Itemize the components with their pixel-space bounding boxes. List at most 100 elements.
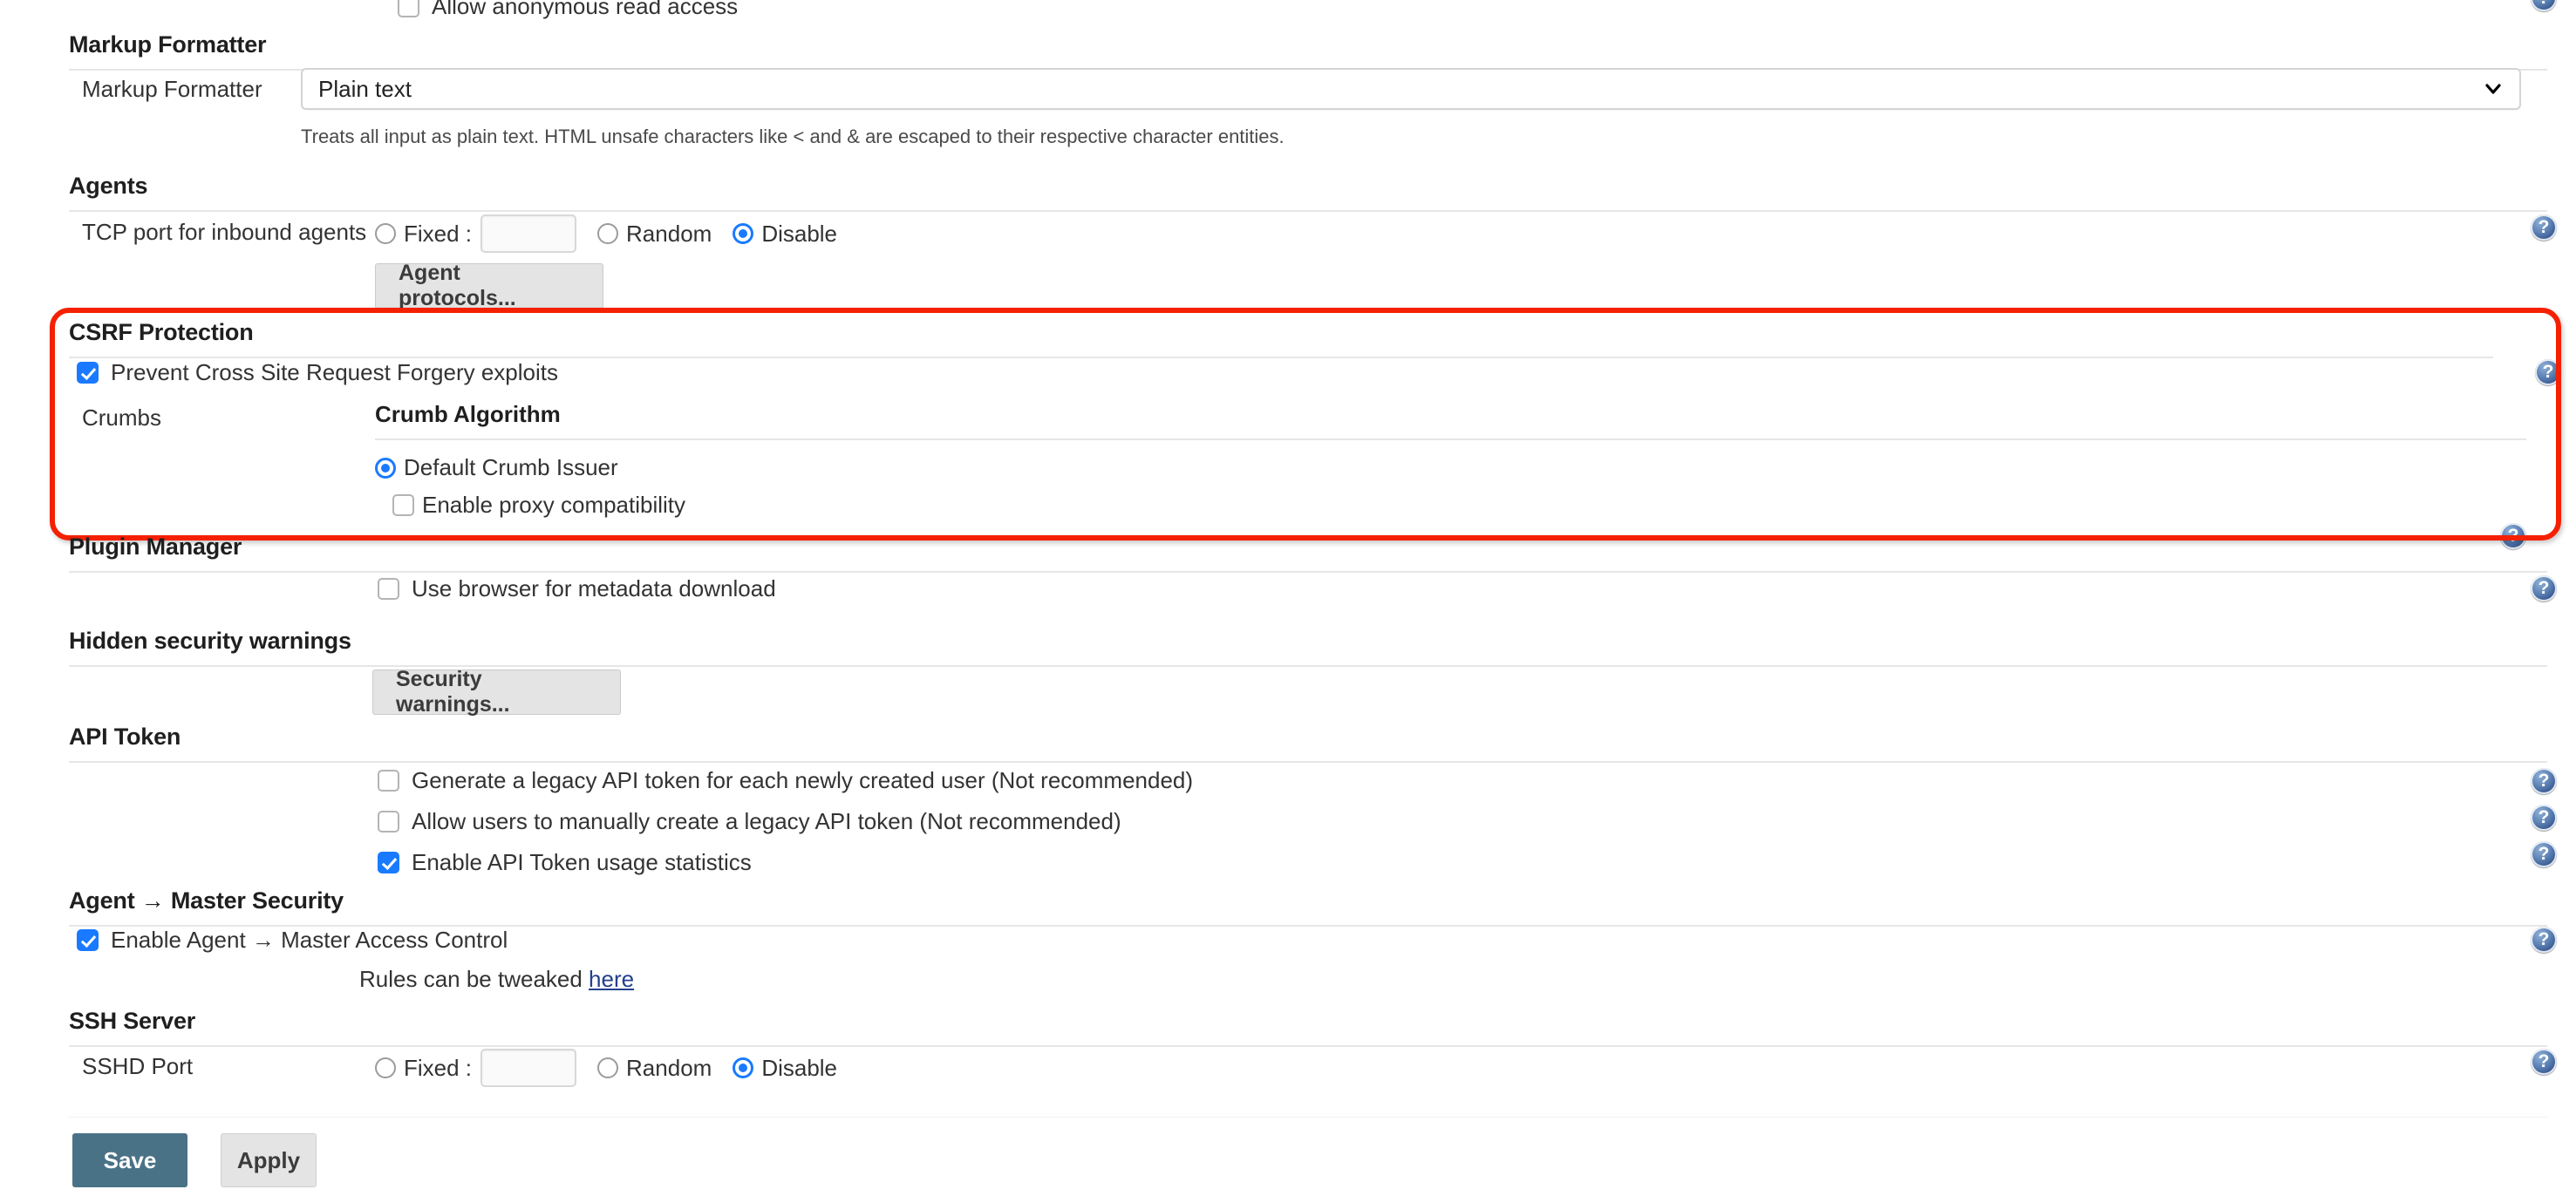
checkbox-box-icon[interactable]: [378, 770, 399, 792]
field-label-markup-formatter: Markup Formatter: [82, 76, 262, 102]
help-icon-generate-legacy-api-token[interactable]: ?: [2531, 768, 2557, 794]
form-actions: Save Apply: [72, 1133, 317, 1187]
checkbox-label: Generate a legacy API token for each new…: [412, 767, 1194, 793]
checkbox-enable-proxy-compatibility[interactable]: Enable proxy compatibility: [392, 492, 685, 519]
radio-tcp-port-disable[interactable]: Disable: [733, 221, 837, 248]
section-title-agent-master-security: Agent → Master Security: [69, 887, 344, 914]
radio-label: Disable: [761, 1054, 838, 1081]
radio-label: Default Crumb Issuer: [404, 454, 618, 480]
radio-label: Fixed :: [404, 220, 473, 247]
checkbox-box-icon[interactable]: [378, 811, 399, 833]
radio-label: Random: [626, 1054, 712, 1081]
section-plugin-manager: Plugin Manager: [0, 534, 2576, 573]
radio-sshd-port-fixed[interactable]: Fixed :: [375, 1055, 472, 1082]
tcp-fixed-port-input[interactable]: [480, 214, 577, 253]
radio-circle-icon[interactable]: [597, 1057, 619, 1078]
section-title-plugin-manager: Plugin Manager: [69, 534, 242, 560]
radio-sshd-port-disable[interactable]: Disable: [733, 1055, 837, 1082]
chevron-down-icon: [2485, 84, 2501, 94]
agent-protocols-button-wrap: Agent protocols...: [375, 261, 2576, 310]
checkbox-allow-anonymous-read-access[interactable]: Allow anonymous read access: [301, 0, 2576, 20]
radio-circle-icon[interactable]: [375, 457, 396, 479]
tcp-port-options: Fixed : Random Disable: [375, 214, 2576, 253]
checkbox-allow-manual-legacy-api-token[interactable]: Allow users to manually create a legacy …: [301, 808, 2576, 835]
section-divider: [69, 761, 2547, 763]
row-security-warnings-button: Security warnings...: [0, 667, 2576, 717]
row-body: Prevent Cross Site Request Forgery explo…: [0, 359, 2576, 386]
radio-circle-icon[interactable]: [597, 223, 619, 244]
row-body: Fixed : Random Disable ? Agent protocols…: [375, 214, 2576, 310]
row-tcp-port-inbound-agents: TCP port for inbound agents Fixed : Rand…: [0, 214, 2576, 310]
crumb-algorithm-block: Crumb Algorithm Default Crumb Issuer Ena…: [375, 401, 2576, 549]
row-body: Allow anonymous read access ?: [301, 0, 2576, 20]
checkbox-enable-api-token-usage-statistics[interactable]: Enable API Token usage statistics: [301, 849, 2576, 876]
help-icon-prevent-csrf[interactable]: ?: [2535, 359, 2561, 385]
checkbox-label: Enable Agent → Master Access Control: [111, 927, 508, 953]
section-ssh-server: SSH Server: [0, 1008, 2576, 1047]
markup-formatter-select-value: Plain text: [318, 75, 412, 102]
field-label-crumbs: Crumbs: [82, 404, 162, 431]
radio-default-crumb-issuer[interactable]: Default Crumb Issuer: [375, 454, 618, 481]
checkbox-box-icon[interactable]: [398, 0, 419, 17]
sshd-fixed-port-input[interactable]: [480, 1049, 577, 1087]
sub-divider: [375, 438, 2526, 440]
checkbox-label: Enable API Token usage statistics: [412, 849, 752, 875]
section-agents: Agents: [0, 173, 2576, 212]
radio-tcp-port-fixed[interactable]: Fixed :: [375, 221, 472, 248]
row-body: Security warnings...: [301, 667, 2576, 717]
rules-tweak-prefix: Rules can be tweaked: [359, 966, 589, 992]
checkbox-label: Use browser for metadata download: [412, 575, 776, 602]
rules-tweak-link[interactable]: here: [589, 966, 634, 992]
help-icon-sshd-port[interactable]: ?: [2531, 1049, 2557, 1075]
row-body: Plain text Treats all input as plain tex…: [301, 68, 2576, 148]
section-title-hidden-security-warnings: Hidden security warnings: [69, 628, 351, 654]
radio-circle-icon[interactable]: [375, 223, 396, 244]
checkbox-prevent-csrf[interactable]: Prevent Cross Site Request Forgery explo…: [0, 359, 2576, 386]
section-divider: [69, 571, 2547, 573]
radio-sshd-port-random[interactable]: Random: [597, 1055, 712, 1082]
markup-formatter-select[interactable]: Plain text: [301, 68, 2521, 110]
row-body: Fixed : Random Disable ?: [375, 1049, 2576, 1087]
help-icon-api-token-usage-statistics[interactable]: ?: [2531, 841, 2557, 867]
save-button[interactable]: Save: [72, 1133, 187, 1187]
security-warnings-button-wrap: Security warnings...: [301, 667, 2576, 717]
radio-tcp-port-random[interactable]: Random: [597, 221, 712, 248]
radio-label: Disable: [761, 220, 838, 247]
row-api-token-options: Generate a legacy API token for each new…: [0, 767, 2576, 876]
checkbox-generate-legacy-api-token[interactable]: Generate a legacy API token for each new…: [301, 767, 2576, 794]
checkbox-box-icon[interactable]: [378, 852, 399, 873]
radio-circle-icon[interactable]: [375, 1057, 396, 1078]
row-allow-anonymous-read-access: Allow anonymous read access ?: [0, 0, 2576, 20]
agent-protocols-button[interactable]: Agent protocols...: [375, 261, 603, 310]
checkbox-enable-agent-master-access-control[interactable]: Enable Agent → Master Access Control: [0, 927, 2576, 954]
checkbox-label: Allow users to manually create a legacy …: [412, 808, 1121, 834]
row-markup-formatter: Markup Formatter Plain text Treats all i…: [0, 68, 2576, 148]
apply-button[interactable]: Apply: [221, 1133, 317, 1187]
row-body: Use browser for metadata download ?: [301, 575, 2576, 602]
section-divider: [69, 210, 2547, 212]
checkbox-box-icon[interactable]: [392, 493, 414, 516]
section-divider: [69, 1045, 2547, 1047]
radio-label: Fixed :: [404, 1054, 473, 1081]
checkbox-use-browser-metadata-download[interactable]: Use browser for metadata download: [301, 575, 2576, 602]
radio-circle-icon[interactable]: [733, 223, 754, 244]
row-enable-agent-master-access-control: Enable Agent → Master Access Control Rul…: [0, 927, 2576, 993]
checkbox-box-icon[interactable]: [378, 578, 399, 600]
help-icon-metadata-download[interactable]: ?: [2531, 575, 2557, 602]
checkbox-box-icon[interactable]: [77, 362, 99, 384]
field-label-tcp-port: TCP port for inbound agents: [82, 219, 367, 245]
proxy-compat-wrap: Enable proxy compatibility: [375, 492, 2576, 520]
help-icon-allow-manual-legacy-api-token[interactable]: ?: [2531, 805, 2557, 831]
crumb-issuer-options: Default Crumb Issuer: [375, 454, 2576, 483]
help-icon-tcp-port[interactable]: ?: [2531, 214, 2557, 241]
checkbox-label: Prevent Cross Site Request Forgery explo…: [111, 359, 558, 385]
row-metadata-download: Use browser for metadata download ?: [0, 575, 2576, 602]
section-divider: [69, 357, 2493, 358]
checkbox-box-icon[interactable]: [77, 929, 99, 951]
security-warnings-button[interactable]: Security warnings...: [372, 667, 621, 717]
row-body: Generate a legacy API token for each new…: [301, 767, 2576, 876]
help-icon-agent-master-access-control[interactable]: ?: [2531, 927, 2557, 953]
sshd-port-options: Fixed : Random Disable: [375, 1049, 2576, 1087]
radio-circle-icon[interactable]: [733, 1057, 754, 1078]
section-title-ssh-server: SSH Server: [69, 1008, 196, 1034]
